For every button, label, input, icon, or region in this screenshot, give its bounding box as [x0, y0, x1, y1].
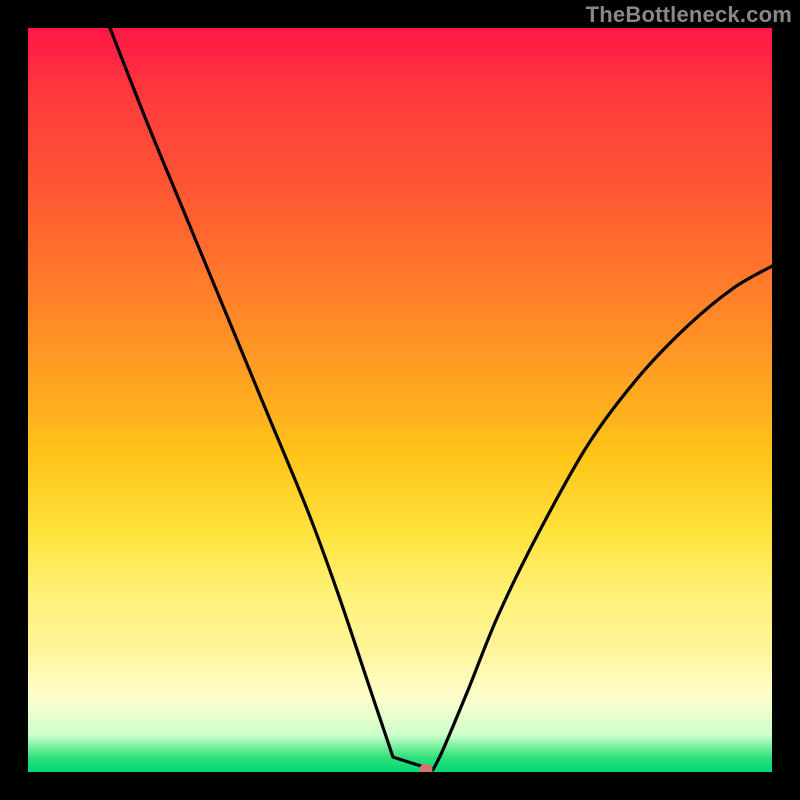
- watermark-text: TheBottleneck.com: [586, 2, 792, 28]
- plot-area: [28, 28, 772, 772]
- bottleneck-curve: [28, 28, 772, 772]
- chart-outer-frame: TheBottleneck.com: [0, 0, 800, 800]
- optimal-point-marker: [420, 764, 433, 772]
